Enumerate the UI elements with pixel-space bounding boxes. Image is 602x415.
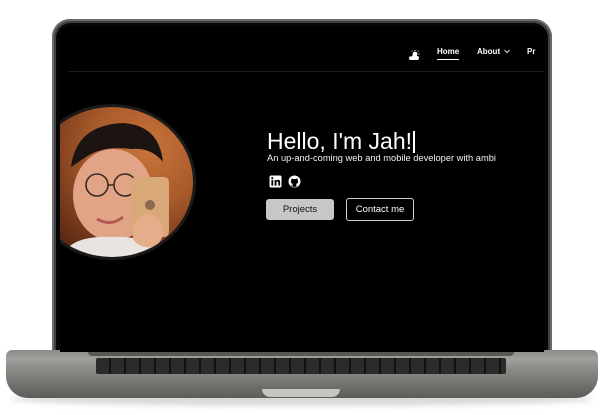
hero-heading: Hello, I'm Jah! [267, 128, 415, 155]
linkedin-icon[interactable] [269, 173, 282, 188]
nav-projects-link[interactable]: Pr [527, 47, 535, 56]
laptop-screen: Home About Pr Hello, I'm Jah! An up-and-… [60, 26, 544, 352]
nav-about-label: About [477, 47, 501, 56]
nav-divider [68, 71, 544, 72]
nav-home-link[interactable]: Home [437, 47, 460, 60]
hero-greeting: Hello, I'm Jah! [267, 128, 412, 154]
hero-tagline: An up-and-coming web and mobile develope… [267, 153, 496, 163]
trackpad-notch [262, 389, 340, 397]
contact-me-button[interactable]: Contact me [346, 198, 414, 221]
laptop-keyboard [96, 358, 506, 374]
github-icon[interactable] [288, 173, 301, 188]
typing-cursor [413, 131, 415, 153]
nav-about-link[interactable]: About [477, 47, 511, 56]
avatar [60, 104, 196, 260]
chevron-down-icon [504, 47, 511, 56]
projects-button[interactable]: Projects [266, 199, 334, 220]
sun-cloud-icon[interactable] [408, 46, 420, 60]
